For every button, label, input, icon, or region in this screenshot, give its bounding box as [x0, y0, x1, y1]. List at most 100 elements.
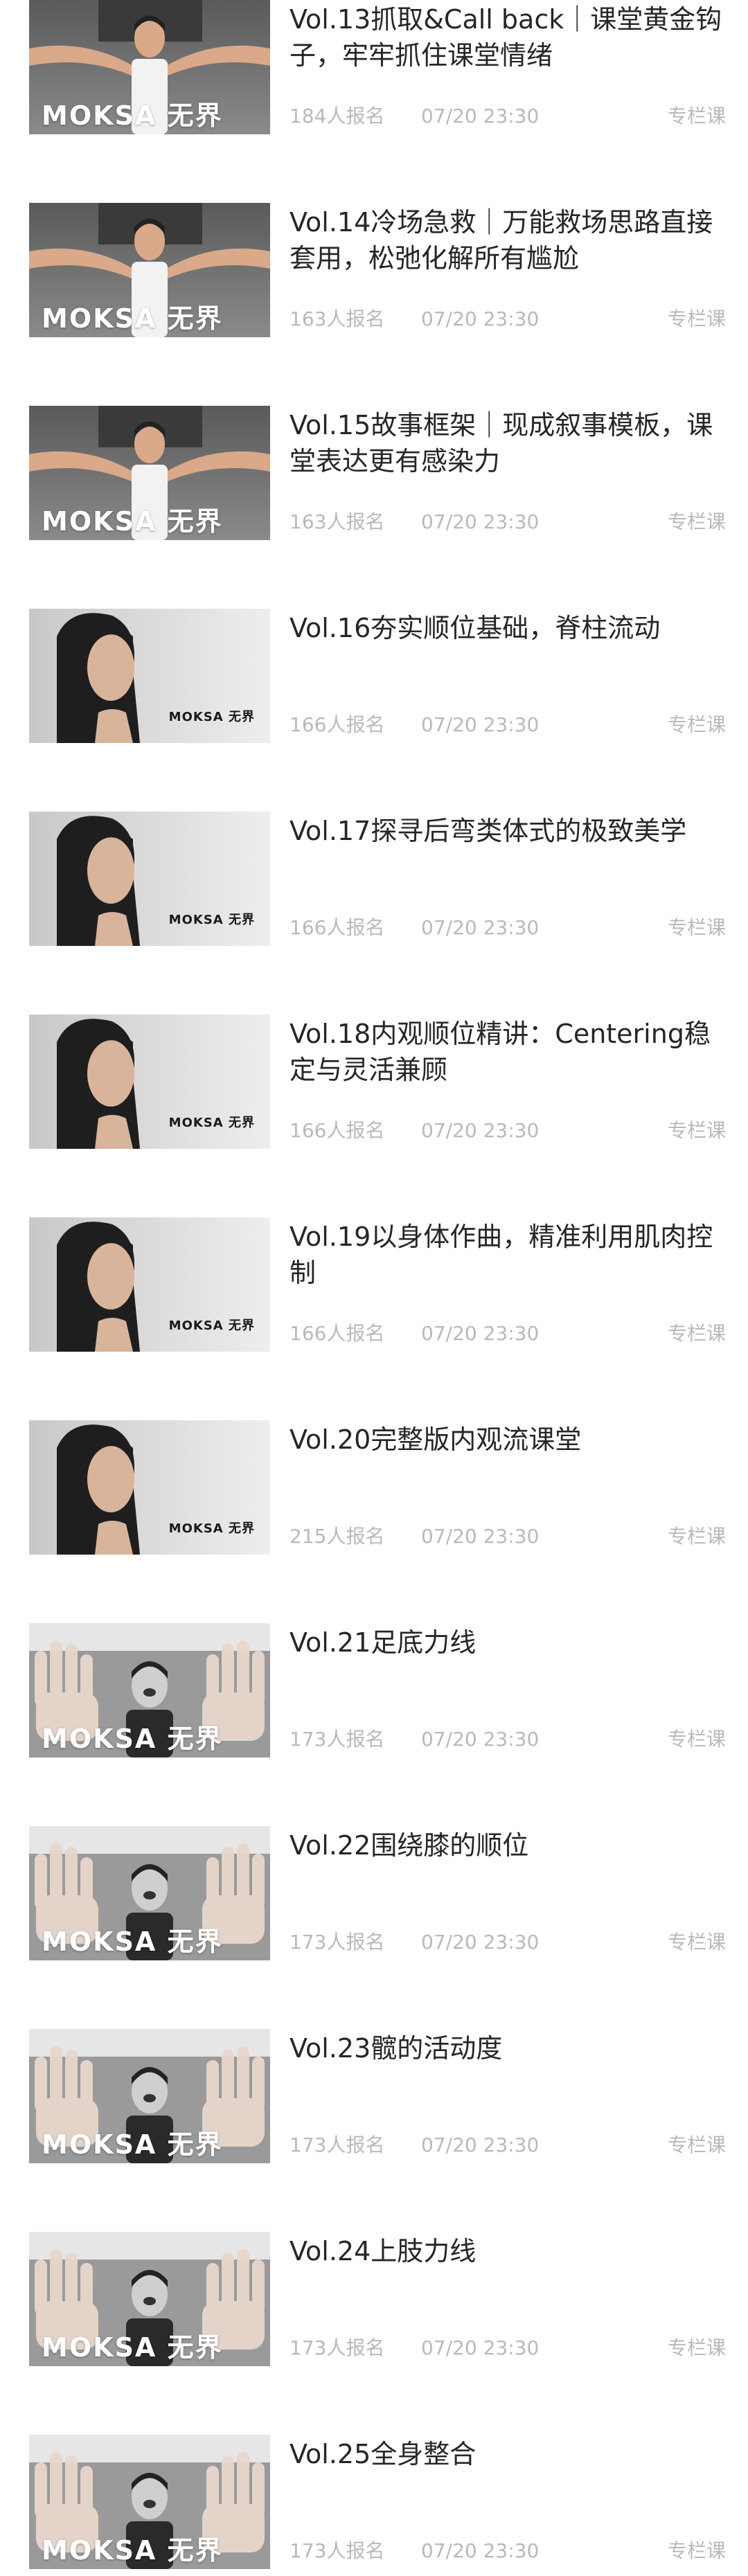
course-date: 07/20 23:30	[421, 1728, 540, 1751]
course-thumbnail: MOKSA 无界	[29, 1420, 270, 1555]
enrollment-count: 173人报名	[290, 2336, 385, 2359]
course-title: Vol.23髋的活动度	[290, 2033, 503, 2064]
course-thumbnail: MOKSA 无界	[29, 609, 270, 743]
enrollment-count: 163人报名	[290, 510, 385, 533]
enrollment-count: 166人报名	[290, 1119, 385, 1142]
brand-logo: MOKSA 无界	[42, 100, 223, 131]
course-meta: 166人报名 07/20 23:30 专栏课	[290, 711, 726, 739]
course-item[interactable]: MOKSA 无界 Vol.15故事框架｜现成叙事模板，课堂表达更有感染力 163…	[0, 406, 748, 540]
course-thumbnail: MOKSA 无界	[29, 1217, 270, 1352]
course-thumbnail: MOKSA 无界	[29, 0, 270, 134]
enrollment-count: 173人报名	[290, 1931, 385, 1953]
brand-logo: MOKSA 无界	[42, 303, 223, 334]
course-date: 07/20 23:30	[421, 510, 540, 533]
course-title: Vol.20完整版内观流课堂	[290, 1424, 582, 1455]
course-date: 07/20 23:30	[421, 307, 540, 330]
course-thumbnail: MOKSA 无界	[29, 2029, 270, 2163]
course-item[interactable]: MOKSA 无界 Vol.23髋的活动度 173人报名 07/20 23:30 …	[0, 2029, 748, 2163]
course-meta: 166人报名 07/20 23:30 专栏课	[290, 1117, 726, 1145]
brand-logo: MOKSA 无界	[42, 2332, 223, 2363]
course-item[interactable]: MOKSA 无界 Vol.18内观顺位精讲：Centering稳定与灵活兼顾 1…	[0, 1014, 748, 1149]
course-tag: 专栏课	[667, 916, 726, 939]
course-tag: 专栏课	[667, 2134, 726, 2156]
brand-logo: MOKSA 无界	[168, 1116, 255, 1130]
enrollment-count: 166人报名	[290, 713, 385, 736]
course-title: Vol.22围绕膝的顺位	[290, 1830, 529, 1861]
course-item[interactable]: MOKSA 无界 Vol.17探寻后弯类体式的极致美学 166人报名 07/20…	[0, 812, 748, 946]
course-item[interactable]: MOKSA 无界 Vol.20完整版内观流课堂 215人报名 07/20 23:…	[0, 1420, 748, 1555]
course-meta: 173人报名 07/20 23:30 专栏课	[290, 1929, 726, 1956]
course-thumbnail: MOKSA 无界	[29, 1623, 270, 1757]
course-title: Vol.13抓取&Call back｜课堂黄金钩子，牢牢抓住课堂情绪	[290, 4, 722, 71]
course-date: 07/20 23:30	[421, 916, 540, 939]
brand-logo: MOKSA 无界	[168, 1318, 255, 1333]
course-thumbnail: MOKSA 无界	[29, 203, 270, 337]
course-title: Vol.24上肢力线	[290, 2236, 477, 2266]
course-date: 07/20 23:30	[421, 105, 540, 127]
course-tag: 专栏课	[667, 307, 726, 330]
course-item[interactable]: MOKSA 无界 Vol.16夯实顺位基础，脊柱流动 166人报名 07/20 …	[0, 609, 748, 743]
course-meta: 166人报名 07/20 23:30 专栏课	[290, 914, 726, 942]
course-tag: 专栏课	[667, 1931, 726, 1953]
brand-logo: MOKSA 无界	[168, 913, 255, 927]
course-item[interactable]: MOKSA 无界 Vol.24上肢力线 173人报名 07/20 23:30 专…	[0, 2232, 748, 2366]
course-meta: 173人报名 07/20 23:30 专栏课	[290, 2334, 726, 2362]
course-item[interactable]: MOKSA 无界 Vol.14冷场急救｜万能救场思路直接套用，松弛化解所有尴尬 …	[0, 203, 748, 337]
enrollment-count: 184人报名	[290, 105, 385, 127]
course-item[interactable]: MOKSA 无界 Vol.21足底力线 173人报名 07/20 23:30 专…	[0, 1623, 748, 1757]
brand-logo: MOKSA 无界	[42, 2129, 223, 2160]
course-tag: 专栏课	[667, 1525, 726, 1548]
course-title: Vol.16夯实顺位基础，脊柱流动	[290, 613, 661, 643]
brand-logo: MOKSA 无界	[168, 710, 255, 724]
brand-logo: MOKSA 无界	[42, 1926, 223, 1957]
course-tag: 专栏课	[667, 2539, 726, 2562]
enrollment-count: 163人报名	[290, 307, 385, 330]
course-date: 07/20 23:30	[421, 2336, 540, 2359]
brand-logo: MOKSA 无界	[42, 1724, 223, 1754]
enrollment-count: 173人报名	[290, 2539, 385, 2562]
course-date: 07/20 23:30	[421, 1931, 540, 1953]
course-title: Vol.14冷场急救｜万能救场思路直接套用，松弛化解所有尴尬	[290, 207, 713, 274]
course-tag: 专栏课	[667, 510, 726, 533]
course-meta: 173人报名 07/20 23:30 专栏课	[290, 1726, 726, 1753]
course-date: 07/20 23:30	[421, 1322, 540, 1345]
enrollment-count: 173人报名	[290, 1728, 385, 1751]
course-meta: 215人报名 07/20 23:30 专栏课	[290, 1523, 726, 1550]
course-title: Vol.15故事框架｜现成叙事模板，课堂表达更有感染力	[290, 410, 713, 476]
course-meta: 184人报名 07/20 23:30 专栏课	[290, 102, 726, 130]
course-thumbnail: MOKSA 无界	[29, 406, 270, 540]
brand-logo: MOKSA 无界	[42, 506, 223, 537]
course-meta: 173人报名 07/20 23:30 专栏课	[290, 2537, 726, 2565]
course-meta: 163人报名 07/20 23:30 专栏课	[290, 305, 726, 333]
course-date: 07/20 23:30	[421, 2539, 540, 2562]
course-thumbnail: MOKSA 无界	[29, 1826, 270, 1960]
course-tag: 专栏课	[667, 1322, 726, 1345]
course-meta: 163人报名 07/20 23:30 专栏课	[290, 508, 726, 536]
course-date: 07/20 23:30	[421, 1119, 540, 1142]
course-title: Vol.21足底力线	[290, 1627, 477, 1658]
course-item[interactable]: MOKSA 无界 Vol.13抓取&Call back｜课堂黄金钩子，牢牢抓住课…	[0, 0, 748, 134]
enrollment-count: 215人报名	[290, 1525, 385, 1548]
course-tag: 专栏课	[667, 105, 726, 127]
course-tag: 专栏课	[667, 1728, 726, 1751]
course-date: 07/20 23:30	[421, 713, 540, 736]
course-tag: 专栏课	[667, 713, 726, 736]
course-title: Vol.17探寻后弯类体式的极致美学	[290, 816, 687, 846]
course-date: 07/20 23:30	[421, 2134, 540, 2156]
course-title: Vol.25全身整合	[290, 2439, 477, 2469]
enrollment-count: 166人报名	[290, 916, 385, 939]
enrollment-count: 166人报名	[290, 1322, 385, 1345]
course-title: Vol.18内观顺位精讲：Centering稳定与灵活兼顾	[290, 1019, 711, 1085]
course-item[interactable]: MOKSA 无界 Vol.19以身体作曲，精准利用肌肉控制 166人报名 07/…	[0, 1217, 748, 1352]
brand-logo: MOKSA 无界	[168, 1521, 255, 1536]
course-tag: 专栏课	[667, 1119, 726, 1142]
enrollment-count: 173人报名	[290, 2134, 385, 2156]
course-item[interactable]: MOKSA 无界 Vol.22围绕膝的顺位 173人报名 07/20 23:30…	[0, 1826, 748, 1960]
course-thumbnail: MOKSA 无界	[29, 812, 270, 946]
course-thumbnail: MOKSA 无界	[29, 2435, 270, 2569]
course-item[interactable]: MOKSA 无界 Vol.25全身整合 173人报名 07/20 23:30 专…	[0, 2435, 748, 2569]
course-meta: 166人报名 07/20 23:30 专栏课	[290, 1320, 726, 1348]
course-tag: 专栏课	[667, 2336, 726, 2359]
course-title: Vol.19以身体作曲，精准利用肌肉控制	[290, 1222, 713, 1288]
course-thumbnail: MOKSA 无界	[29, 2232, 270, 2366]
